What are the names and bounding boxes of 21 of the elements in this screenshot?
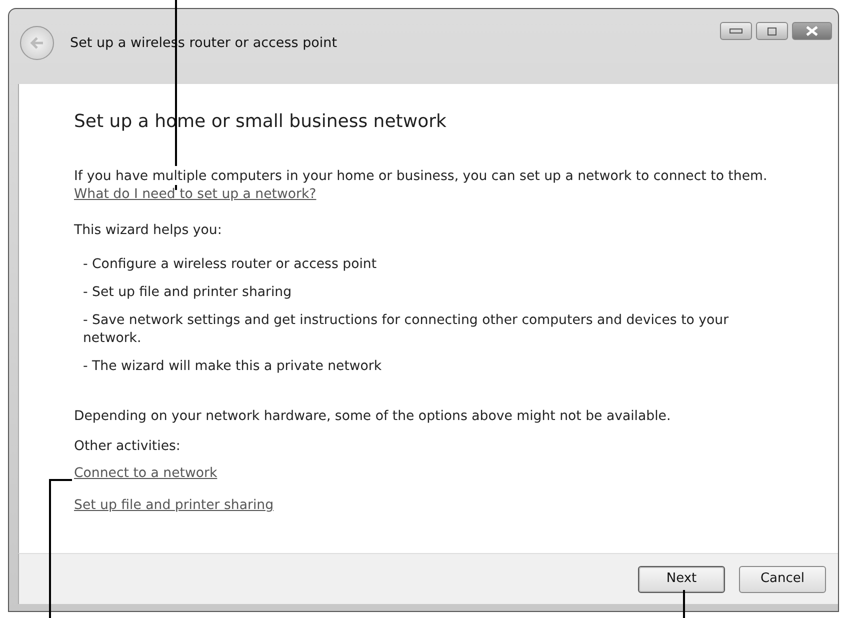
maximize-button[interactable] bbox=[756, 22, 788, 40]
bullet-text: - The wizard will make this a private network bbox=[82, 358, 383, 376]
other-activities-label: Other activities: bbox=[74, 438, 182, 456]
bullet-text: - Save network settings and get instructions for connecting other computers and devices to your network. bbox=[82, 312, 730, 348]
bullet-text: - Set up file and printer sharing bbox=[82, 284, 293, 302]
minimize-button[interactable] bbox=[720, 22, 752, 40]
close-icon bbox=[805, 26, 819, 36]
note-text: Depending on your network hardware, some of the options above might not be available. bbox=[74, 408, 672, 426]
next-button[interactable]: Next bbox=[638, 566, 725, 592]
minimize-icon bbox=[729, 28, 743, 34]
leader-line bbox=[683, 590, 685, 618]
activity-link[interactable]: Set up file and printer sharing bbox=[74, 498, 274, 513]
wizard-intro: This wizard helps you: bbox=[74, 222, 223, 240]
activity-link[interactable]: Connect to a network bbox=[74, 466, 218, 481]
bullet-text: - Configure a wireless router or access point bbox=[82, 256, 378, 274]
intro-text: If you have multiple computers in your home or business, you can set up a network to connect to them. What do I need to set up a network? bbox=[74, 168, 768, 204]
help-link[interactable]: What do I need to set up a network? bbox=[74, 187, 316, 202]
back-arrow-icon bbox=[29, 36, 45, 50]
maximize-icon bbox=[767, 26, 777, 36]
close-button[interactable] bbox=[792, 22, 832, 40]
cancel-button[interactable]: Cancel bbox=[739, 566, 826, 592]
